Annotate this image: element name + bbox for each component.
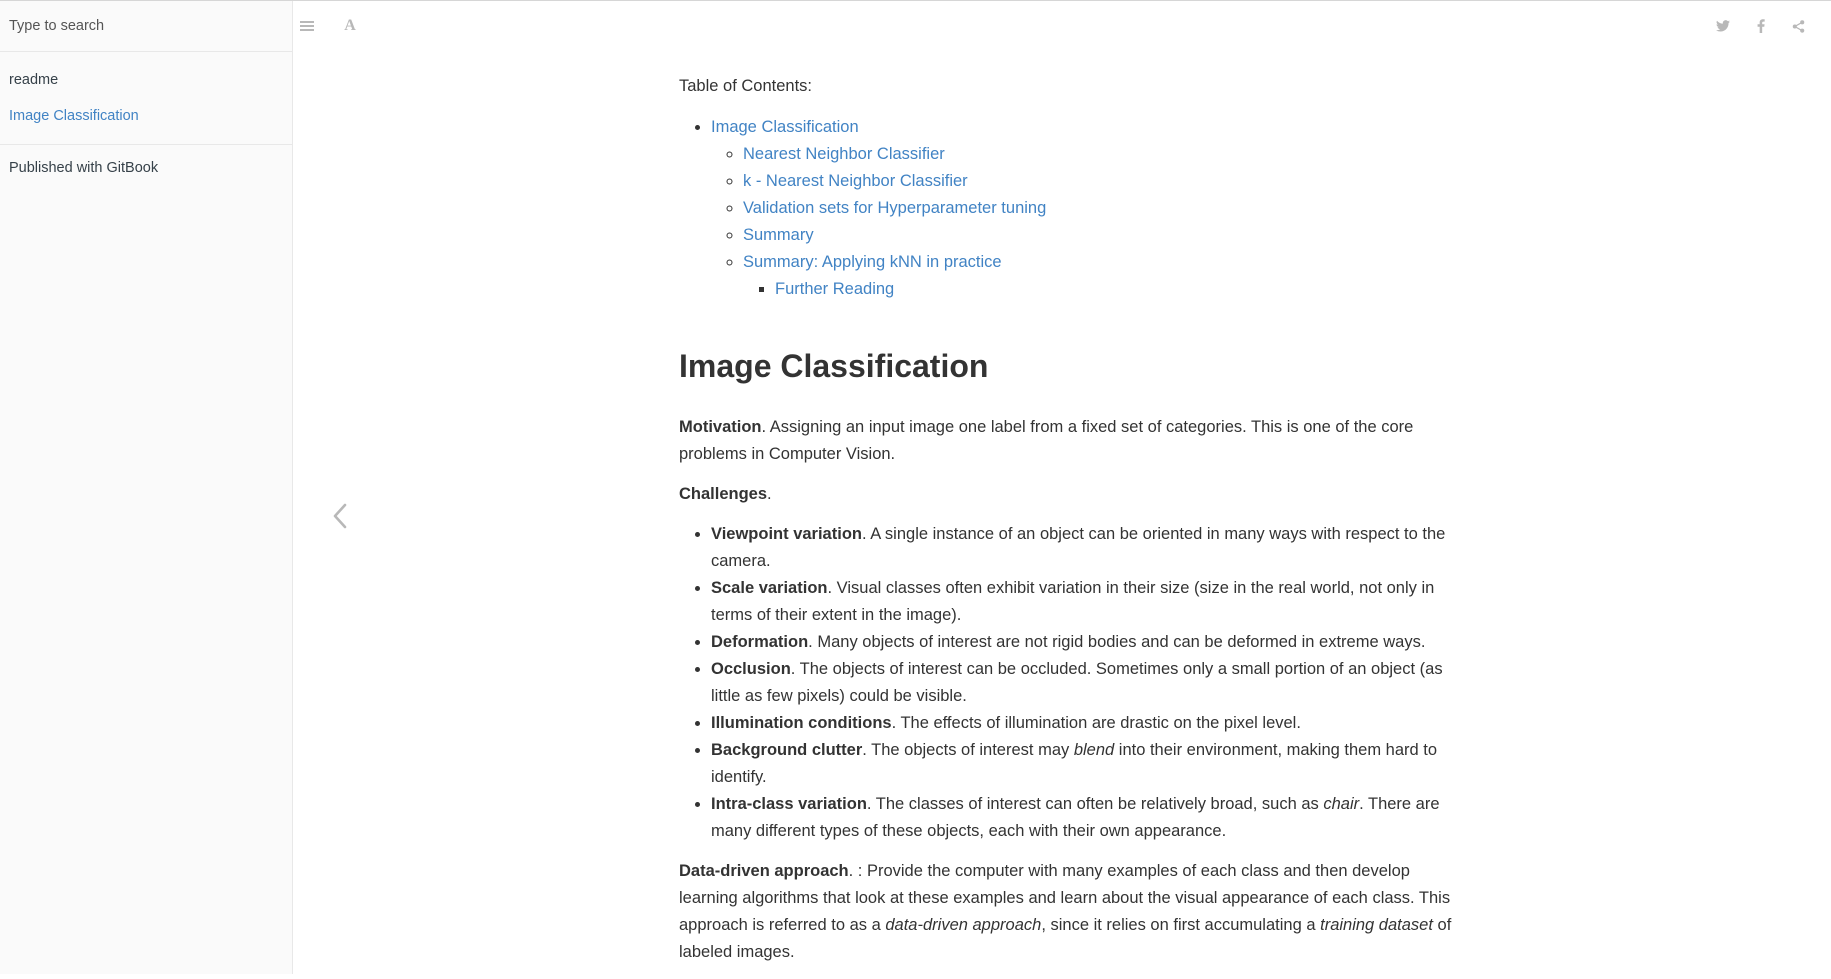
toc-item: Image Classification Nearest Neighbor Cl… bbox=[711, 114, 1454, 303]
challenge-term: Occlusion bbox=[711, 660, 791, 678]
list-item: Illumination conditions. The effects of … bbox=[711, 710, 1454, 737]
data-driven-emphasis: training dataset bbox=[1320, 916, 1433, 934]
challenge-text: . The effects of illumination are drasti… bbox=[891, 714, 1301, 732]
motivation-text: . Assigning an input image one label fro… bbox=[679, 418, 1414, 463]
data-driven-term: Data-driven approach bbox=[679, 862, 849, 880]
challenges-list: Viewpoint variation. A single instance o… bbox=[679, 521, 1454, 845]
challenge-text: . The objects of interest may bbox=[862, 741, 1074, 759]
list-item: Scale variation. Visual classes often ex… bbox=[711, 575, 1454, 629]
toc-item: Summary bbox=[743, 222, 1454, 249]
challenge-text: . The classes of interest can often be r… bbox=[866, 795, 1324, 813]
toc-label: Table of Contents: bbox=[679, 77, 812, 95]
motivation-paragraph: Motivation. Assigning an input image one… bbox=[679, 414, 1454, 468]
toc-item: Nearest Neighbor Classifier bbox=[743, 141, 1454, 168]
challenges-period: . bbox=[767, 485, 772, 503]
challenge-emphasis: blend bbox=[1073, 741, 1115, 759]
sidebar-item-readme[interactable]: readme bbox=[0, 62, 292, 98]
list-item: Occlusion. The objects of interest can b… bbox=[711, 656, 1454, 710]
published-with-gitbook-link[interactable]: Published with GitBook bbox=[0, 145, 292, 191]
motivation-term: Motivation bbox=[679, 418, 762, 436]
toc-link-knn[interactable]: k - Nearest Neighbor Classifier bbox=[743, 172, 968, 190]
challenge-term: Deformation bbox=[711, 633, 809, 651]
challenge-term: Viewpoint variation bbox=[711, 525, 862, 543]
toc-item: k - Nearest Neighbor Classifier bbox=[743, 168, 1454, 195]
toc-link-summary[interactable]: Summary bbox=[743, 226, 814, 244]
font-settings-icon[interactable]: A bbox=[336, 13, 364, 39]
facebook-icon[interactable] bbox=[1747, 13, 1775, 39]
toc-item: Summary: Applying kNN in practice Furthe… bbox=[743, 249, 1454, 303]
challenges-term: Challenges bbox=[679, 485, 768, 503]
challenge-term: Background clutter bbox=[711, 741, 863, 759]
list-item: Viewpoint variation. A single instance o… bbox=[711, 521, 1454, 575]
share-icon[interactable] bbox=[1784, 13, 1812, 39]
challenge-text: . The objects of interest can be occlude… bbox=[711, 660, 1443, 705]
book-header: A bbox=[294, 1, 1831, 51]
list-item: Deformation. Many objects of interest ar… bbox=[711, 629, 1454, 656]
search-input[interactable] bbox=[9, 18, 283, 34]
toc-link-image-classification[interactable]: Image Classification bbox=[711, 118, 859, 136]
toc-item: Further Reading bbox=[775, 276, 1454, 303]
sidebar: readme Image Classification Published wi… bbox=[0, 1, 293, 974]
sidebar-item-image-classification[interactable]: Image Classification bbox=[0, 98, 292, 134]
sidebar-nav: readme Image Classification bbox=[0, 52, 292, 145]
challenge-text: . Many objects of interest are not rigid… bbox=[808, 633, 1426, 651]
challenge-term: Intra-class variation bbox=[711, 795, 867, 813]
challenge-emphasis: chair bbox=[1323, 795, 1360, 813]
menu-icon[interactable] bbox=[293, 13, 321, 39]
page-content: Table of Contents: Image Classification … bbox=[679, 60, 1454, 979]
toc-link-validation-sets[interactable]: Validation sets for Hyperparameter tunin… bbox=[743, 199, 1046, 217]
data-driven-paragraph: Data-driven approach. : Provide the comp… bbox=[679, 858, 1454, 966]
data-driven-text: , since it relies on first accumulating … bbox=[1041, 916, 1321, 934]
toc-item: Validation sets for Hyperparameter tunin… bbox=[743, 195, 1454, 222]
previous-page-icon[interactable] bbox=[326, 496, 354, 536]
table-of-contents: Image Classification Nearest Neighbor Cl… bbox=[679, 114, 1454, 303]
twitter-icon[interactable] bbox=[1709, 13, 1737, 39]
search-box bbox=[0, 1, 292, 52]
challenge-term: Scale variation bbox=[711, 579, 828, 597]
page-title: Image Classification bbox=[679, 348, 989, 384]
list-item: Intra-class variation. The classes of in… bbox=[711, 791, 1454, 845]
toc-link-nearest-neighbor[interactable]: Nearest Neighbor Classifier bbox=[743, 145, 945, 163]
list-item: Background clutter. The objects of inter… bbox=[711, 737, 1454, 791]
challenge-term: Illumination conditions bbox=[711, 714, 892, 732]
challenges-heading: Challenges. bbox=[679, 481, 1454, 508]
toc-link-summary-knn[interactable]: Summary: Applying kNN in practice bbox=[743, 253, 1002, 271]
data-driven-emphasis: data-driven approach bbox=[885, 916, 1042, 934]
toc-link-further-reading[interactable]: Further Reading bbox=[775, 280, 894, 298]
